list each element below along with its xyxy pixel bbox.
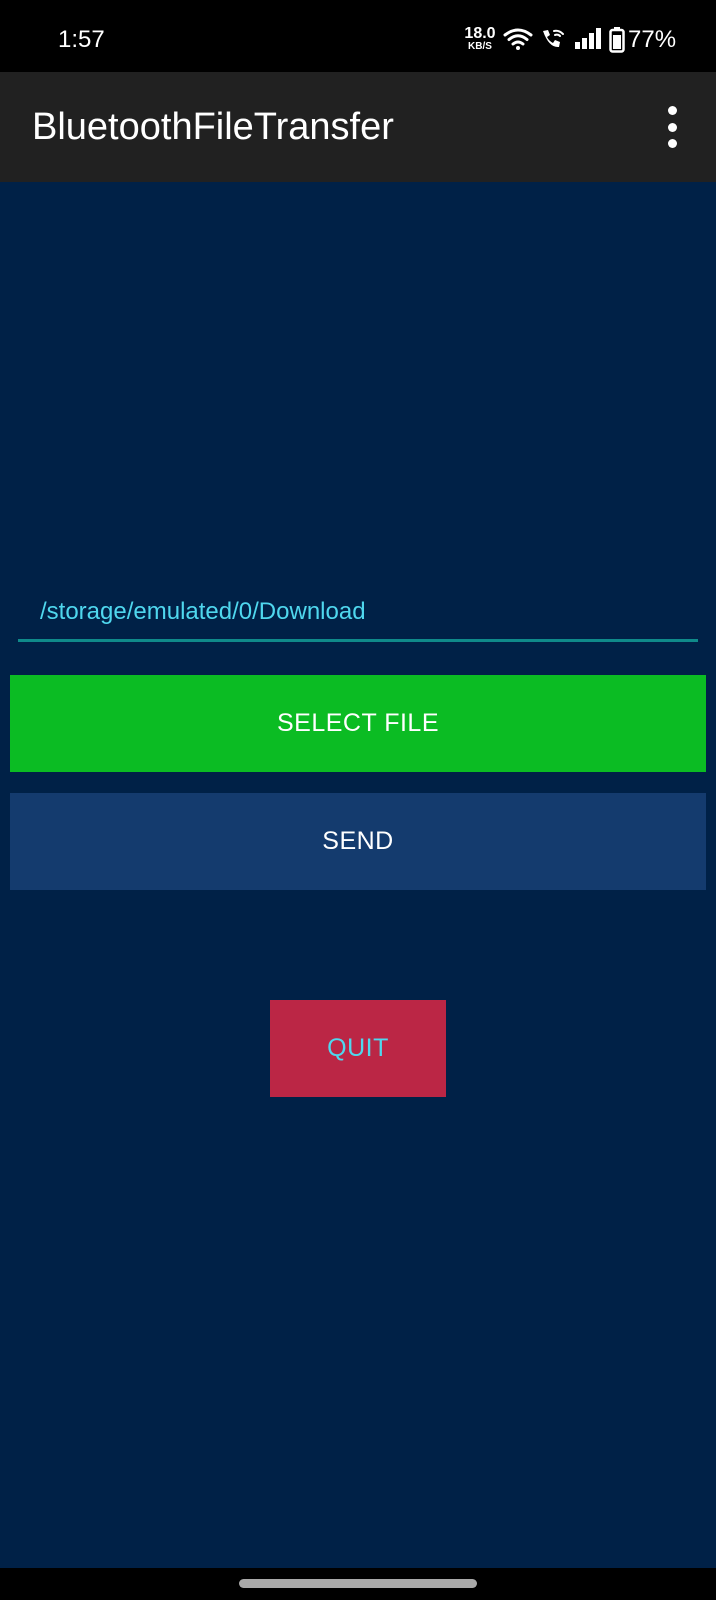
more-options-button[interactable] <box>652 106 692 148</box>
file-path-text[interactable]: /storage/emulated/0/Download <box>40 598 366 626</box>
status-bar: 1:57 18.0 KB/S 77% <box>0 0 716 72</box>
send-button[interactable]: SEND <box>10 793 706 890</box>
battery-percent: 77% <box>628 26 677 53</box>
signal-icon <box>575 28 601 49</box>
select-file-button[interactable]: SELECT FILE <box>10 675 706 772</box>
wifi-call-icon <box>543 29 564 48</box>
app-title: BluetoothFileTransfer <box>32 106 394 148</box>
network-speed-value: 18.0 <box>464 25 496 42</box>
navigation-bar <box>0 1568 716 1600</box>
network-speed-unit: KB/S <box>468 41 492 52</box>
network-speed: 18.0 KB/S <box>463 26 497 52</box>
app-screen: 1:57 18.0 KB/S 77% BluetoothFileTransfer… <box>0 0 716 1600</box>
quit-button[interactable]: QUIT <box>270 1000 446 1097</box>
home-indicator[interactable] <box>239 1579 477 1588</box>
file-path-field[interactable]: /storage/emulated/0/Download <box>18 590 698 642</box>
more-vert-icon-dot <box>667 139 677 148</box>
more-vert-icon <box>667 106 677 115</box>
app-bar: BluetoothFileTransfer <box>0 72 716 182</box>
status-time: 1:57 <box>58 26 105 53</box>
wifi-icon <box>503 28 533 50</box>
more-vert-icon-dot <box>667 122 677 132</box>
battery-icon <box>609 27 625 53</box>
